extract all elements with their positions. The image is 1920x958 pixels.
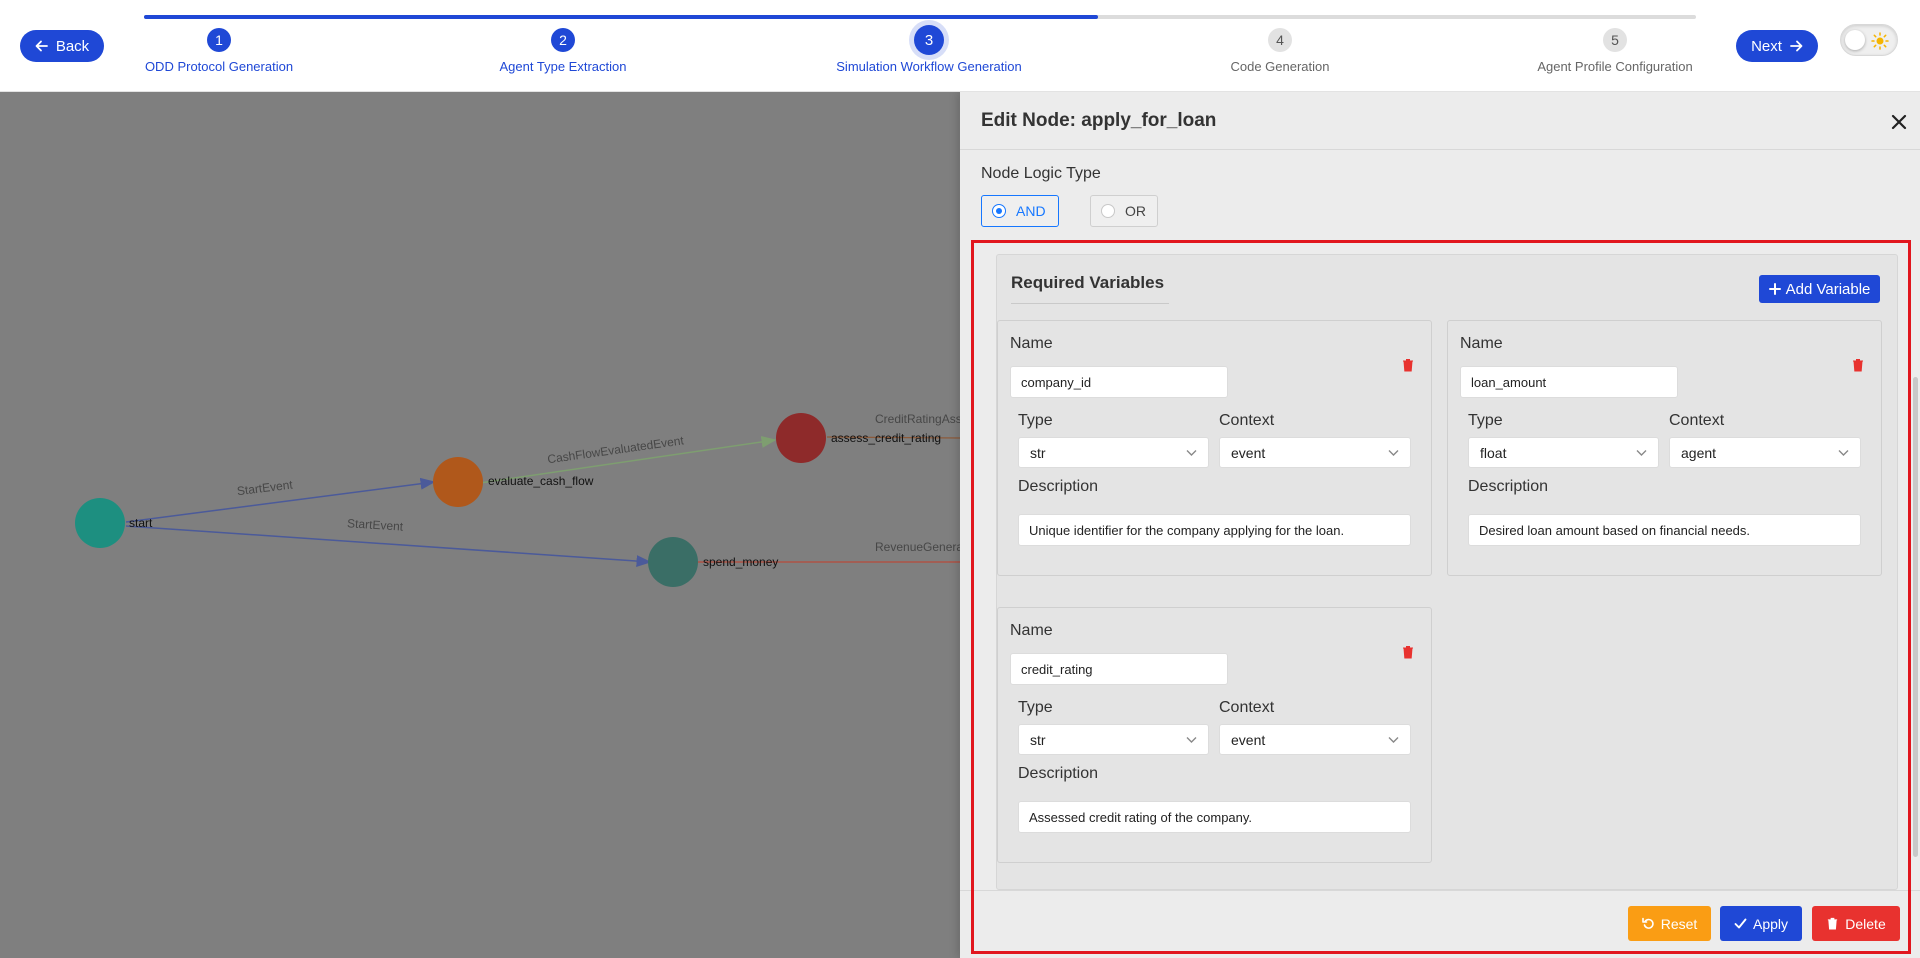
graph-node-spend-money[interactable] [648,537,698,587]
theme-toggle[interactable] [1840,24,1898,56]
stepper-header: Back 1 ODD Protocol Generation 2 Agent T… [0,0,1920,92]
node-label: assess_credit_rating [831,431,941,445]
edge-label: RevenueGenera [875,540,960,554]
step-label: Agent Profile Configuration [1537,59,1693,74]
edge-label: CreditRatingAss [875,412,960,426]
logic-radio-and[interactable]: AND [981,195,1059,227]
step-agent-profile[interactable]: 5 Agent Profile Configuration [1485,28,1745,74]
radio-label: AND [1016,203,1046,219]
selection-highlight [971,240,1911,954]
edge-label: StartEvent [236,477,294,498]
sun-icon [1871,32,1889,50]
step-simulation-workflow[interactable]: 3 Simulation Workflow Generation [799,25,1059,74]
arrow-right-icon [1790,40,1803,52]
radio-dot [1101,204,1115,218]
step-label: ODD Protocol Generation [144,59,294,74]
step-number: 2 [551,28,575,52]
close-icon[interactable] [1890,113,1908,131]
step-label: Simulation Workflow Generation [836,59,1022,74]
next-button[interactable]: Next [1736,30,1818,62]
panel-scrollbar[interactable] [1913,377,1918,857]
node-label: start [129,516,153,530]
back-label: Back [55,37,90,55]
node-label: evaluate_cash_flow [488,474,594,488]
logic-type-label: Node Logic Type [981,165,1101,182]
progress-fill [144,15,1099,19]
radio-label: OR [1125,203,1146,219]
step-label: Code Generation [1230,59,1330,74]
arrow-left-icon [35,40,48,52]
step-number: 1 [207,28,231,52]
step-number: 4 [1268,28,1292,52]
step-code-generation[interactable]: 4 Code Generation [1150,28,1410,74]
graph-node-evaluate-cash-flow[interactable] [433,457,483,507]
radio-dot [992,204,1006,218]
node-label: spend_money [703,555,778,569]
workflow-graph-canvas[interactable]: StartEvent StartEvent CashFlowEvaluatedE… [0,92,960,958]
edge-label: StartEvent [347,516,404,533]
workflow-graph: StartEvent StartEvent CashFlowEvaluatedE… [75,412,960,587]
edge-label: CashFlowEvaluatedEvent [547,433,686,466]
next-label: Next [1751,37,1782,55]
step-odd-protocol[interactable]: 1 ODD Protocol Generation [89,28,349,74]
logic-radio-or[interactable]: OR [1090,195,1158,227]
step-number: 5 [1603,28,1627,52]
toggle-knob [1845,30,1865,50]
panel-header: Edit Node: apply_for_loan [960,92,1920,150]
step-label: Agent Type Extraction [499,59,627,74]
edit-node-panel: Edit Node: apply_for_loan Node Logic Typ… [960,92,1920,958]
step-agent-type[interactable]: 2 Agent Type Extraction [433,28,693,74]
graph-node-assess-credit-rating[interactable] [776,413,826,463]
progress-track [144,15,1696,19]
graph-node-start[interactable] [75,498,125,548]
step-number: 3 [914,25,944,55]
panel-title: Edit Node: apply_for_loan [981,109,1217,131]
